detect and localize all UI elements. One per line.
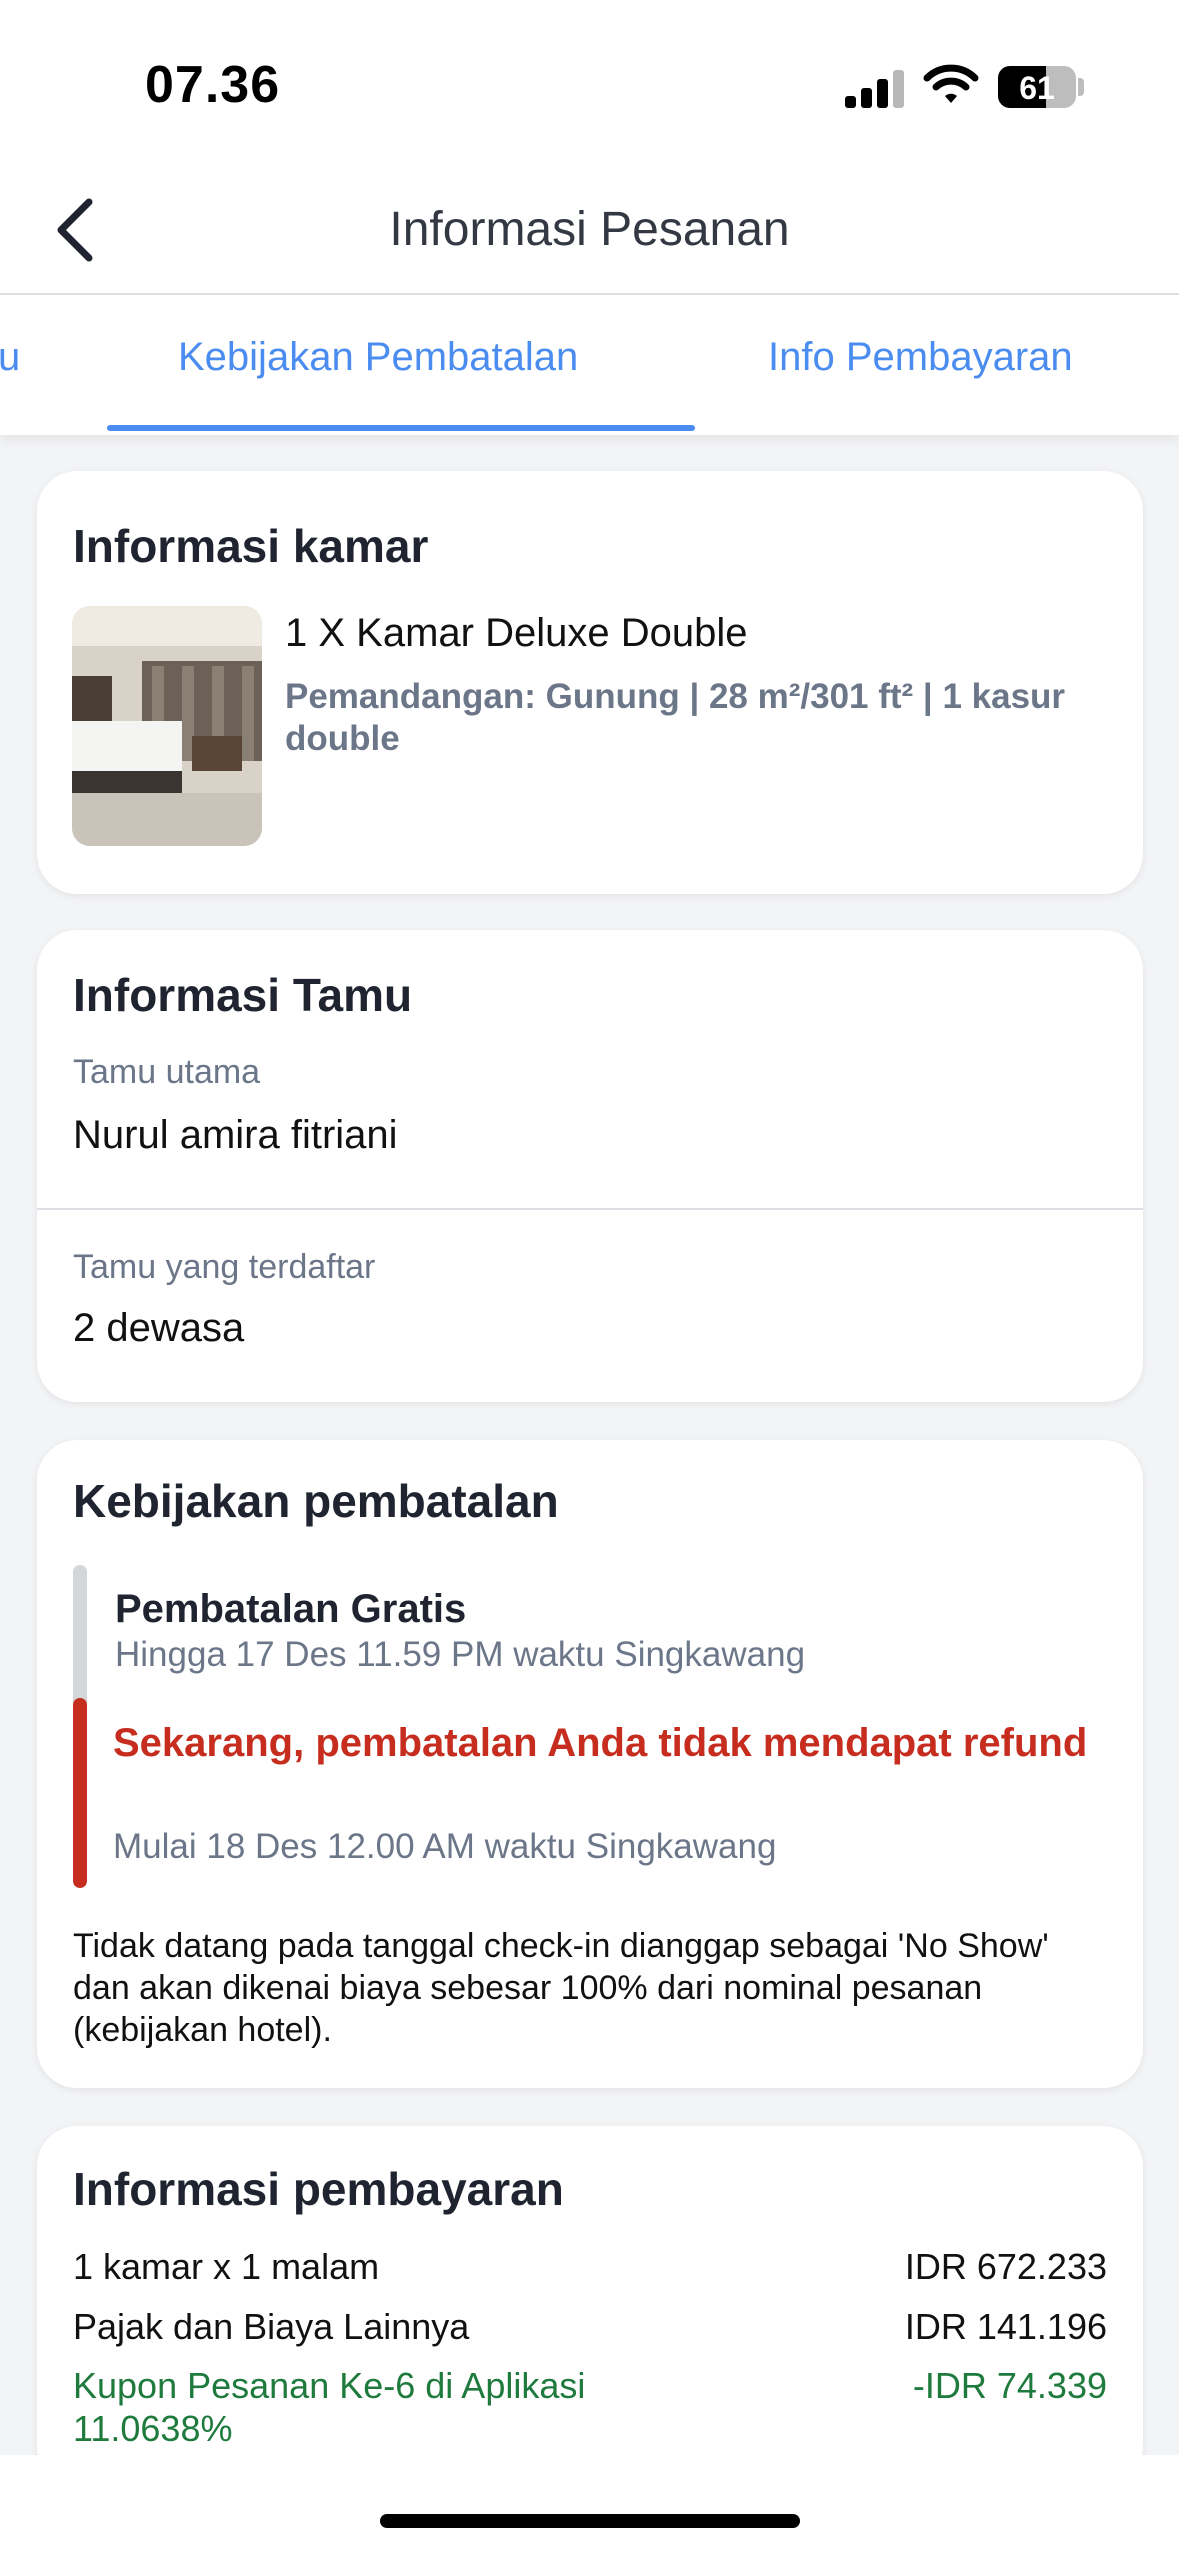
coupon-label: Kupon Pesanan Ke-6 di Aplikasi 11.0638% — [73, 2365, 586, 2449]
norefund-start: Mulai 18 Des 12.00 AM waktu Singkawang — [113, 1827, 777, 1866]
payment-row-room: 1 kamar x 1 malam IDR 672.233 — [73, 2246, 1107, 2288]
wifi-icon — [923, 62, 979, 108]
status-time: 07.36 — [145, 56, 281, 114]
cancellation-policy-card: Kebijakan pembatalan Pembatalan Gratis H… — [37, 1440, 1143, 2088]
payment-card-title: Informasi pembayaran — [73, 2163, 564, 2215]
payment-row-tax: Pajak dan Biaya Lainnya IDR 141.196 — [73, 2306, 1107, 2348]
payment-row-label: 1 kamar x 1 malam — [73, 2246, 380, 2287]
status-bar: 07.36 61 — [0, 0, 1179, 170]
room-description: Pemandangan: Gunung | 28 m²/301 ft² | 1 … — [285, 677, 1066, 758]
tab-info-pembayaran[interactable]: Info Pembayaran — [768, 335, 1073, 380]
battery-tip — [1078, 78, 1084, 96]
bottom-safe-area — [0, 2455, 1179, 2556]
no-show-note: Tidak datang pada tanggal check-in diang… — [73, 1927, 1049, 2049]
tab-informasi-tamu[interactable]: u — [0, 335, 20, 380]
norefund-timeline-bar — [73, 1698, 87, 1888]
payment-row-value: IDR 672.233 — [904, 2246, 1107, 2287]
main-guest-label: Tamu utama — [73, 1053, 261, 1091]
coupon-value: -IDR 74.339 — [912, 2365, 1107, 2406]
payment-row-coupon: Kupon Pesanan Ke-6 di Aplikasi 11.0638% … — [73, 2364, 1107, 2450]
guest-info-card: Informasi Tamu Tamu utama Nurul amira fi… — [37, 930, 1143, 1402]
registered-guest-label: Tamu yang terdaftar — [73, 1248, 376, 1286]
payment-row-label: Pajak dan Biaya Lainnya — [73, 2306, 470, 2347]
room-info-card: Informasi kamar 1 X Kamar Deluxe Double … — [37, 471, 1143, 894]
free-cancel-deadline: Hingga 17 Des 11.59 PM waktu Singkawang — [115, 1635, 806, 1674]
payment-info-card: Informasi pembayaran 1 kamar x 1 malam I… — [37, 2126, 1143, 2486]
room-photo[interactable] — [72, 606, 262, 846]
room-name: 1 X Kamar Deluxe Double — [285, 611, 748, 655]
home-indicator[interactable] — [380, 2514, 800, 2528]
main-guest-value: Nurul amira fitriani — [73, 1113, 398, 1157]
battery-level: 61 — [1019, 70, 1055, 106]
cancel-card-title: Kebijakan pembatalan — [73, 1475, 559, 1527]
app-header: Informasi Pesanan — [0, 170, 1179, 295]
free-cancel-title: Pembatalan Gratis — [115, 1587, 467, 1631]
norefund-title: Sekarang, pembatalan Anda tidak mendapat… — [113, 1721, 1088, 1765]
payment-row-value: IDR 141.196 — [904, 2306, 1107, 2347]
guest-divider — [37, 1208, 1143, 1210]
registered-guest-value: 2 dewasa — [73, 1306, 245, 1350]
room-card-title: Informasi kamar — [73, 520, 429, 572]
tab-kebijakan-pembatalan[interactable]: Kebijakan Pembatalan — [178, 335, 578, 380]
page-title: Informasi Pesanan — [389, 203, 790, 256]
guest-card-title: Informasi Tamu — [73, 969, 413, 1021]
active-tab-indicator — [107, 425, 695, 431]
tab-bar: u Kebijakan Pembatalan Info Pembayaran — [0, 295, 1179, 435]
cellular-signal-icon — [845, 68, 905, 108]
battery-icon: 61 — [998, 66, 1076, 108]
